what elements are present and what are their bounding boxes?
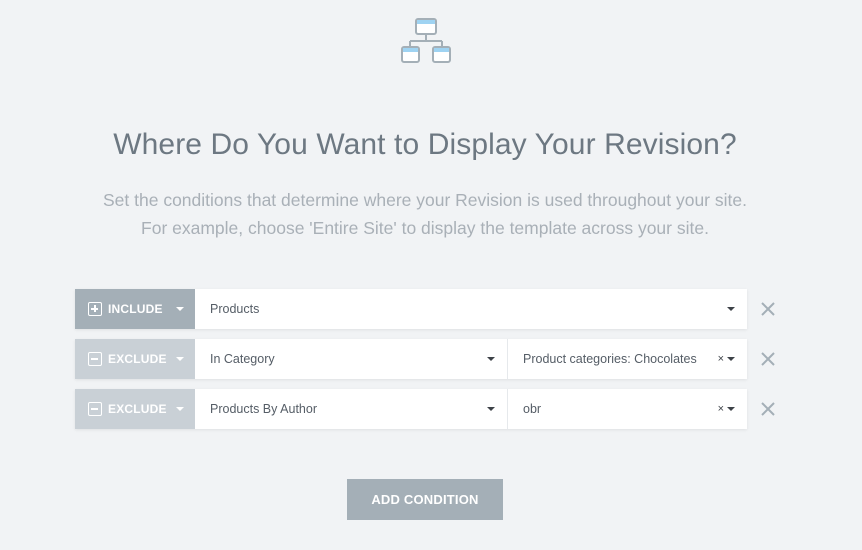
condition-subvalue-select[interactable]: obr × <box>508 389 747 429</box>
condition-type-select[interactable]: EXCLUDE <box>75 389 195 429</box>
chevron-down-icon <box>176 357 184 361</box>
page-title: Where Do You Want to Display Your Revisi… <box>113 128 737 161</box>
condition-type-select[interactable]: EXCLUDE <box>75 339 195 379</box>
condition-value-select[interactable]: Products <box>195 289 747 329</box>
chevron-down-icon <box>176 307 184 311</box>
chevron-down-icon <box>727 357 735 361</box>
remove-condition-icon[interactable] <box>759 300 777 318</box>
chevron-down-icon <box>487 357 495 361</box>
chevron-down-icon <box>176 407 184 411</box>
add-condition-button[interactable]: ADD CONDITION <box>347 479 503 520</box>
condition-row: EXCLUDE Products By Author obr × <box>75 389 775 429</box>
condition-subvalue-label: Product categories: Chocolates <box>523 352 697 366</box>
condition-value-select[interactable]: In Category <box>195 339 508 379</box>
minus-icon <box>88 352 102 366</box>
condition-value-label: In Category <box>210 352 275 366</box>
condition-subvalue-select[interactable]: Product categories: Chocolates × <box>508 339 747 379</box>
condition-row: INCLUDE Products <box>75 289 775 329</box>
remove-condition-icon[interactable] <box>759 400 777 418</box>
condition-value-label: Products By Author <box>210 402 318 416</box>
page: Where Do You Want to Display Your Revisi… <box>0 0 862 550</box>
conditions-list: INCLUDE Products EXCLUDE In Category Pro… <box>75 289 785 439</box>
sitemap-icon <box>401 18 451 63</box>
condition-value-select[interactable]: Products By Author <box>195 389 508 429</box>
condition-type-label: INCLUDE <box>108 302 163 316</box>
chevron-down-icon <box>727 407 735 411</box>
page-subtitle: Set the conditions that determine where … <box>0 186 850 242</box>
condition-type-label: EXCLUDE <box>108 352 167 366</box>
chevron-down-icon <box>727 307 735 311</box>
chevron-down-icon <box>487 407 495 411</box>
condition-subvalue-label: obr <box>523 402 542 416</box>
condition-type-select[interactable]: INCLUDE <box>75 289 195 329</box>
condition-type-label: EXCLUDE <box>108 402 167 416</box>
plus-icon <box>88 302 102 316</box>
subtitle-line-2: For example, choose 'Entire Site' to dis… <box>141 218 709 238</box>
condition-value-label: Products <box>210 302 260 316</box>
subtitle-line-1: Set the conditions that determine where … <box>103 190 747 210</box>
condition-row: EXCLUDE In Category Product categories: … <box>75 339 775 379</box>
clear-selection-icon[interactable]: × <box>718 403 724 415</box>
clear-selection-icon[interactable]: × <box>718 353 724 365</box>
minus-icon <box>88 402 102 416</box>
remove-condition-icon[interactable] <box>759 350 777 368</box>
